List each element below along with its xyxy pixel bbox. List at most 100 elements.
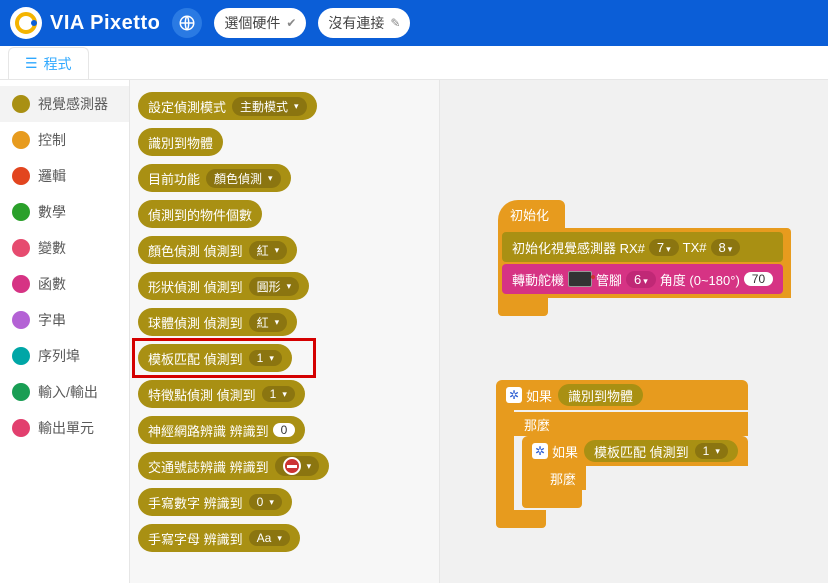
vision-tx-label: TX# <box>683 240 707 255</box>
no-entry-icon <box>283 457 301 475</box>
connection-select[interactable]: 沒有連接 ✎ <box>318 8 410 38</box>
palette-block-4[interactable]: 顏色偵測 偵測到紅▾ <box>138 236 297 264</box>
block-label: 神經網路辨識 辨識到 <box>148 421 269 440</box>
category-dot <box>12 311 30 329</box>
palette-block-1[interactable]: 識別到物體 <box>138 128 223 156</box>
category-dot <box>12 167 30 185</box>
tab-program-label: 程式 <box>44 54 72 74</box>
block-label: 手寫數字 辨識到 <box>148 493 243 512</box>
palette-block-12[interactable]: 手寫字母 辨識到 Aa▾ <box>138 524 300 552</box>
block-dropdown[interactable]: 紅▾ <box>249 241 288 260</box>
category-label: 邏輯 <box>38 166 66 186</box>
category-label: 視覺感測器 <box>38 94 108 114</box>
board-select-label: 選個硬件 <box>224 13 280 33</box>
category-dot <box>12 131 30 149</box>
palette-block-0[interactable]: 設定偵測模式主動模式▾ <box>138 92 317 120</box>
cond-template[interactable]: 模板匹配 偵測到 1▾ <box>584 440 738 462</box>
workspace-canvas[interactable]: 初始化 初始化視覺感測器 RX# 7▾ TX# 8▾ 轉動舵機 管腳 <box>440 80 828 583</box>
brand-text: VIA Pixetto <box>50 12 160 35</box>
block-dropdown[interactable]: 圓形▾ <box>249 277 300 296</box>
category-8[interactable]: 輸入/輸出 <box>0 374 129 410</box>
palette-block-10[interactable]: 交通號誌辨識 辨識到▾ <box>138 452 329 480</box>
block-dropdown[interactable]: 1▾ <box>249 350 282 366</box>
category-dot <box>12 275 30 293</box>
then-row: 那麼 <box>514 412 748 436</box>
cond-detected[interactable]: 識別到物體 <box>558 384 643 406</box>
chevron-down-icon: ✔ <box>286 16 296 30</box>
block-dropdown[interactable]: 紅▾ <box>249 313 288 332</box>
block-palette[interactable]: 設定偵測模式主動模式▾ 識別到物體目前功能顏色偵測▾ 偵測到的物件個數顏色偵測 偵測… <box>130 80 440 583</box>
category-label: 變數 <box>38 238 66 258</box>
category-1[interactable]: 控制 <box>0 122 129 158</box>
palette-block-11[interactable]: 手寫數字 辨識到 0▾ <box>138 488 292 516</box>
vision-tx-dropdown[interactable]: 8▾ <box>711 239 741 256</box>
palette-block-3[interactable]: 偵測到的物件個數 <box>138 200 262 228</box>
vision-rx-dropdown[interactable]: 7▾ <box>649 239 679 256</box>
block-label: 顏色偵測 偵測到 <box>148 241 243 260</box>
servo-angle-value[interactable]: 70 <box>744 272 773 286</box>
block-label: 識別到物體 <box>148 133 213 152</box>
category-label: 輸出單元 <box>38 418 94 438</box>
tab-bar: ☰ 程式 <box>0 46 828 80</box>
category-label: 序列埠 <box>38 346 80 366</box>
block-oval[interactable]: 0 <box>273 423 296 437</box>
category-dot <box>12 419 30 437</box>
category-0[interactable]: 視覺感測器 <box>0 86 129 122</box>
category-3[interactable]: 數學 <box>0 194 129 230</box>
logo-icon <box>10 7 42 39</box>
palette-block-8[interactable]: 特徵點偵測 偵測到1▾ <box>138 380 305 408</box>
logo: VIA Pixetto <box>10 7 160 39</box>
palette-block-6[interactable]: 球體偵測 偵測到紅▾ <box>138 308 297 336</box>
block-dropdown[interactable]: 主動模式▾ <box>232 97 307 116</box>
inner-if[interactable]: ✲ 如果 模板匹配 偵測到 1▾ <box>522 436 748 466</box>
category-dot <box>12 347 30 365</box>
if-block[interactable]: ✲ 如果 識別到物體 <box>496 380 748 410</box>
vision-init-label: 初始化視覺感測器 RX# <box>512 238 645 257</box>
category-2[interactable]: 邏輯 <box>0 158 129 194</box>
connection-label: 沒有連接 <box>328 13 384 33</box>
gear-icon[interactable]: ✲ <box>506 387 522 403</box>
category-9[interactable]: 輸出單元 <box>0 410 129 446</box>
category-4[interactable]: 變數 <box>0 230 129 266</box>
category-label: 數學 <box>38 202 66 222</box>
category-dot <box>12 203 30 221</box>
tab-program[interactable]: ☰ 程式 <box>8 47 89 79</box>
servo-label: 轉動舵機 <box>512 270 564 289</box>
category-5[interactable]: 函數 <box>0 266 129 302</box>
language-button[interactable] <box>172 8 202 38</box>
palette-block-5[interactable]: 形狀偵測 偵測到圓形▾ <box>138 272 309 300</box>
hat-init[interactable]: 初始化 <box>498 200 565 228</box>
palette-block-7[interactable]: 模板匹配 偵測到1▾ <box>138 344 292 372</box>
block-dropdown[interactable]: 顏色偵測▾ <box>206 169 281 188</box>
vision-init-block[interactable]: 初始化視覺感測器 RX# 7▾ TX# 8▾ <box>502 232 783 262</box>
board-select[interactable]: 選個硬件 ✔ <box>214 8 306 38</box>
inner-then-row: 那麼 <box>540 466 586 490</box>
logic-stack[interactable]: ✲ 如果 識別到物體 那麼 ✲ 如果 模板匹配 偵測到 <box>496 380 748 528</box>
if-label-2: 如果 <box>552 442 578 461</box>
block-label: 目前功能 <box>148 169 200 188</box>
palette-block-2[interactable]: 目前功能顏色偵測▾ <box>138 164 291 192</box>
servo-pin-label: 管腳 <box>596 270 622 289</box>
block-dropdown[interactable]: 0▾ <box>249 494 282 510</box>
servo-pin-dropdown[interactable]: 6▾ <box>626 271 656 288</box>
palette-block-9[interactable]: 神經網路辨識 辨識到 0 <box>138 416 305 444</box>
block-dropdown[interactable]: Aa▾ <box>249 530 290 546</box>
category-6[interactable]: 字串 <box>0 302 129 338</box>
block-dropdown[interactable]: ▾ <box>275 456 320 476</box>
category-7[interactable]: 序列埠 <box>0 338 129 374</box>
category-dot <box>12 95 30 113</box>
servo-angle-label: 角度 (0~180°) <box>660 270 740 289</box>
top-bar: VIA Pixetto 選個硬件 ✔ 沒有連接 ✎ <box>0 0 828 46</box>
block-label: 形狀偵測 偵測到 <box>148 277 243 296</box>
servo-block[interactable]: 轉動舵機 管腳 6▾ 角度 (0~180°) 70 <box>502 264 783 294</box>
block-label: 球體偵測 偵測到 <box>148 313 243 332</box>
layers-icon: ☰ <box>25 55 38 72</box>
block-label: 手寫字母 辨識到 <box>148 529 243 548</box>
block-dropdown[interactable]: 1▾ <box>262 386 295 402</box>
category-label: 字串 <box>38 310 66 330</box>
gear-icon[interactable]: ✲ <box>532 443 548 459</box>
template-val-dropdown[interactable]: 1▾ <box>695 443 728 459</box>
init-stack[interactable]: 初始化 初始化視覺感測器 RX# 7▾ TX# 8▾ 轉動舵機 管腳 <box>498 200 791 316</box>
category-dot <box>12 383 30 401</box>
category-dot <box>12 239 30 257</box>
